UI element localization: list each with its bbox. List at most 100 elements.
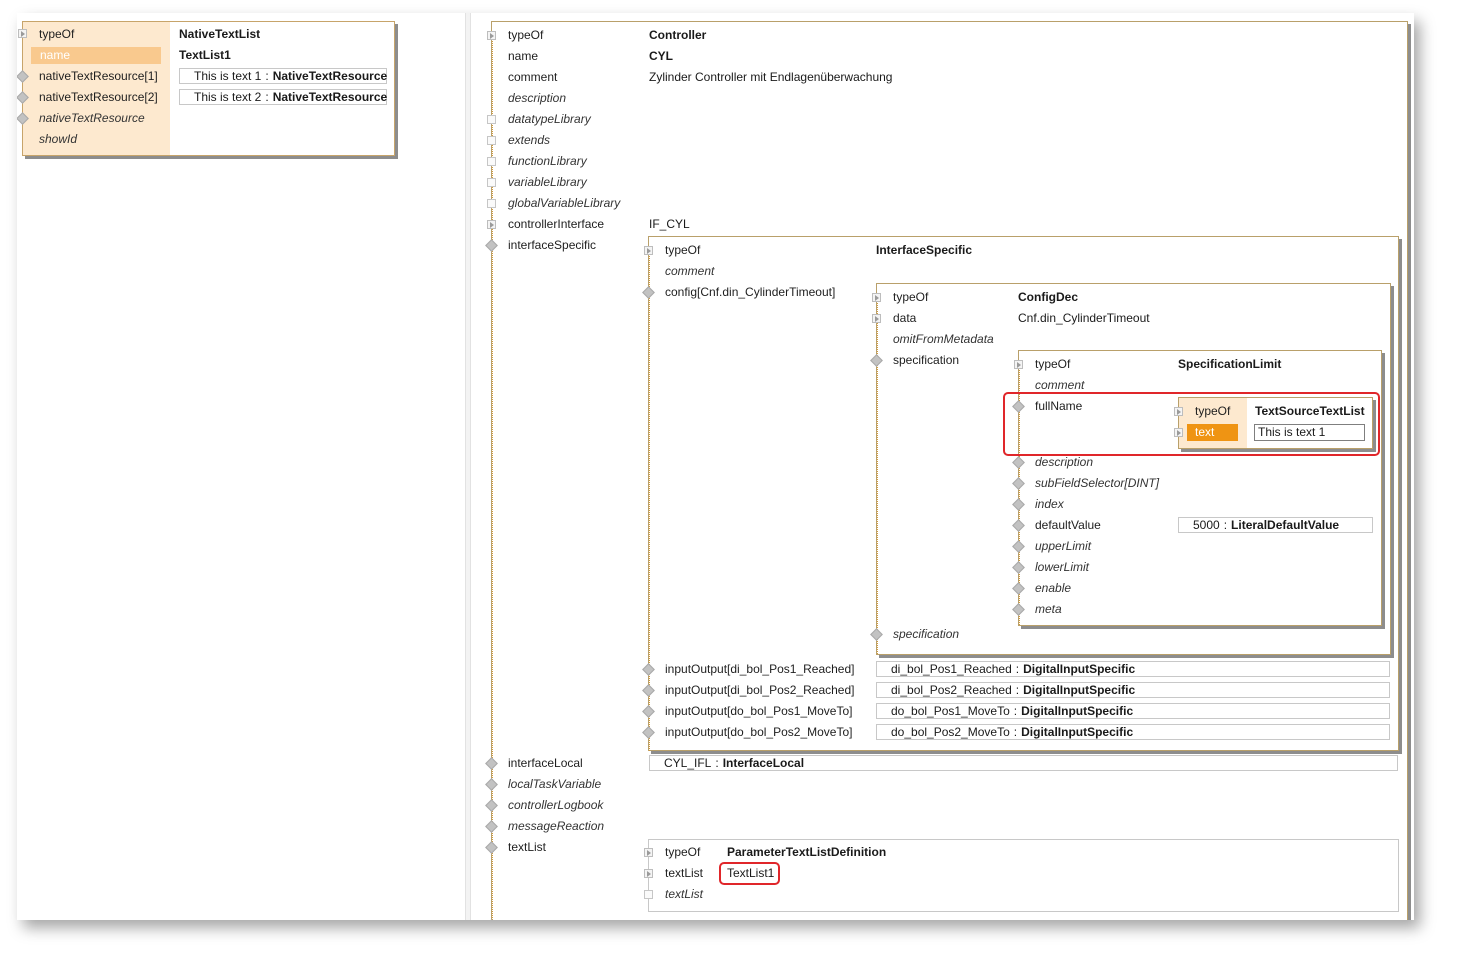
expand-triangle-icon[interactable]: [18, 29, 27, 38]
expand-triangle-icon[interactable]: [644, 246, 653, 255]
key-typeof: typeOf: [1035, 357, 1071, 371]
empty-box-icon[interactable]: [487, 115, 496, 124]
ref-input-output-4[interactable]: do_bol_Pos2_MoveTo: DigitalInputSpecific: [876, 724, 1390, 740]
key-variable-library: variableLibrary: [508, 175, 587, 189]
diamond-icon[interactable]: [485, 799, 498, 812]
ref-type: DigitalInputSpecific: [1021, 725, 1134, 739]
key-typeof: typeOf: [665, 845, 701, 859]
native-text-list-panel: typeOf NativeTextList name TextList1 nat…: [17, 21, 395, 156]
value-name[interactable]: CYL: [649, 46, 673, 67]
expand-triangle-icon[interactable]: [644, 869, 653, 878]
diamond-icon[interactable]: [485, 820, 498, 833]
empty-box-icon[interactable]: [487, 136, 496, 145]
expand-triangle-icon[interactable]: [872, 293, 881, 302]
key-interface-local: interfaceLocal: [508, 756, 583, 770]
key-comment: comment: [665, 264, 715, 278]
config-dec-panel: typeOf ConfigDec data Cnf.din_CylinderTi…: [870, 283, 1391, 655]
value-data[interactable]: Cnf.din_CylinderTimeout: [1018, 308, 1150, 329]
expand-triangle-icon[interactable]: [487, 31, 496, 40]
empty-box-icon[interactable]: [487, 157, 496, 166]
diamond-icon[interactable]: [485, 239, 498, 252]
controller-panel: typeOf Controller name CYL comment Zylin…: [485, 21, 1408, 920]
ref-text: CYL_IFL: [664, 756, 712, 770]
expand-triangle-icon[interactable]: [1014, 360, 1023, 369]
ref-native-text-resource-1[interactable]: This is text 1: NativeTextResource: [179, 68, 387, 84]
diamond-icon[interactable]: [485, 757, 498, 770]
key-text-list: textList: [508, 840, 547, 854]
key-typeof: typeOf: [665, 243, 701, 257]
diamond-icon[interactable]: [1012, 456, 1025, 469]
value-interface-specific: InterfaceSpecific: [876, 243, 973, 257]
ref-interface-local[interactable]: CYL_IFL: InterfaceLocal: [649, 755, 1398, 771]
diamond-icon[interactable]: [485, 919, 498, 920]
key-specification: specification: [893, 353, 960, 367]
ref-text: di_bol_Pos1_Reached: [891, 662, 1012, 676]
diamond-icon[interactable]: [870, 354, 883, 367]
diamond-icon[interactable]: [1012, 477, 1025, 490]
ref-type: DigitalInputSpecific: [1023, 683, 1136, 697]
key-text-list-empty: textList: [665, 887, 704, 901]
ref-input-output-3[interactable]: do_bol_Pos1_MoveTo: DigitalInputSpecific: [876, 703, 1390, 719]
diamond-icon[interactable]: [642, 663, 655, 676]
expand-triangle-icon[interactable]: [872, 314, 881, 323]
key-name-selected[interactable]: name: [31, 47, 161, 64]
empty-box-icon[interactable]: [487, 199, 496, 208]
diamond-icon[interactable]: [642, 286, 655, 299]
ref-text: 5000: [1193, 518, 1220, 532]
ref-input-output-2[interactable]: di_bol_Pos2_Reached: DigitalInputSpecific: [876, 682, 1390, 698]
expand-triangle-icon[interactable]: [487, 220, 496, 229]
ref-text: di_bol_Pos2_Reached: [891, 683, 1012, 697]
diamond-icon[interactable]: [1012, 561, 1025, 574]
key-function-library: functionLibrary: [508, 154, 587, 168]
ref-input-output-1[interactable]: di_bol_Pos1_Reached: DigitalInputSpecific: [876, 661, 1390, 677]
key-local-task-variable: localTaskVariable: [508, 777, 602, 791]
expand-triangle-icon[interactable]: [644, 848, 653, 857]
diamond-icon[interactable]: [1012, 498, 1025, 511]
ref-text: do_bol_Pos1_MoveTo: [891, 704, 1010, 718]
diamond-icon[interactable]: [1012, 540, 1025, 553]
value-typeof: NativeTextList: [179, 27, 261, 41]
editor-canvas: typeOf NativeTextList name TextList1 nat…: [17, 13, 1414, 920]
key-name: name: [508, 49, 539, 63]
key-typeof: typeOf: [39, 27, 75, 41]
key-native-text-resource-1: nativeTextResource[1]: [39, 69, 158, 83]
key-text-list-cut: textList: [508, 915, 546, 920]
empty-box-icon[interactable]: [644, 890, 653, 899]
key-index: index: [1035, 497, 1064, 511]
key-comment: comment: [508, 70, 558, 84]
value-controller: Controller: [649, 28, 707, 42]
ref-type: NativeTextResource: [272, 90, 388, 104]
key-description: description: [508, 91, 567, 105]
key-native-text-resource-2: nativeTextResource[2]: [39, 90, 158, 104]
diamond-icon[interactable]: [1012, 582, 1025, 595]
key-meta: meta: [1035, 602, 1062, 616]
empty-box-icon[interactable]: [487, 178, 496, 187]
key-message-reaction: messageReaction: [508, 819, 605, 833]
ref-type: InterfaceLocal: [722, 756, 805, 770]
value-controller-interface[interactable]: IF_CYL: [649, 214, 690, 235]
value-parameter-text-list-definition: ParameterTextListDefinition: [727, 845, 887, 859]
diamond-icon[interactable]: [1012, 519, 1025, 532]
diamond-icon[interactable]: [642, 726, 655, 739]
diamond-icon[interactable]: [642, 684, 655, 697]
key-lower-limit: lowerLimit: [1035, 560, 1090, 574]
ref-default-value[interactable]: 5000: LiteralDefaultValue: [1178, 517, 1373, 533]
key-controller-interface: controllerInterface: [508, 217, 605, 231]
diamond-icon[interactable]: [1012, 603, 1025, 616]
key-interface-specific: interfaceSpecific: [508, 238, 597, 252]
key-sub-field-selector: subFieldSelector[DINT]: [1035, 476, 1160, 490]
diamond-icon[interactable]: [485, 778, 498, 791]
pane-divider[interactable]: [465, 13, 471, 920]
value-comment[interactable]: Zylinder Controller mit Endlagenüberwach…: [649, 67, 892, 88]
diamond-icon[interactable]: [485, 841, 498, 854]
key-global-variable-library: globalVariableLibrary: [508, 196, 621, 210]
value-name[interactable]: TextList1: [179, 45, 231, 66]
key-extends: extends: [508, 133, 551, 147]
key-controller-logbook: controllerLogbook: [508, 798, 604, 812]
diamond-icon[interactable]: [642, 705, 655, 718]
diamond-icon[interactable]: [870, 628, 883, 641]
value-config-dec: ConfigDec: [1018, 290, 1078, 304]
interface-specific-panel: typeOf InterfaceSpecific comment config[…: [642, 236, 1399, 751]
ref-native-text-resource-2[interactable]: This is text 2: NativeTextResource: [179, 89, 387, 105]
ref-text: This is text 2: [194, 90, 262, 104]
